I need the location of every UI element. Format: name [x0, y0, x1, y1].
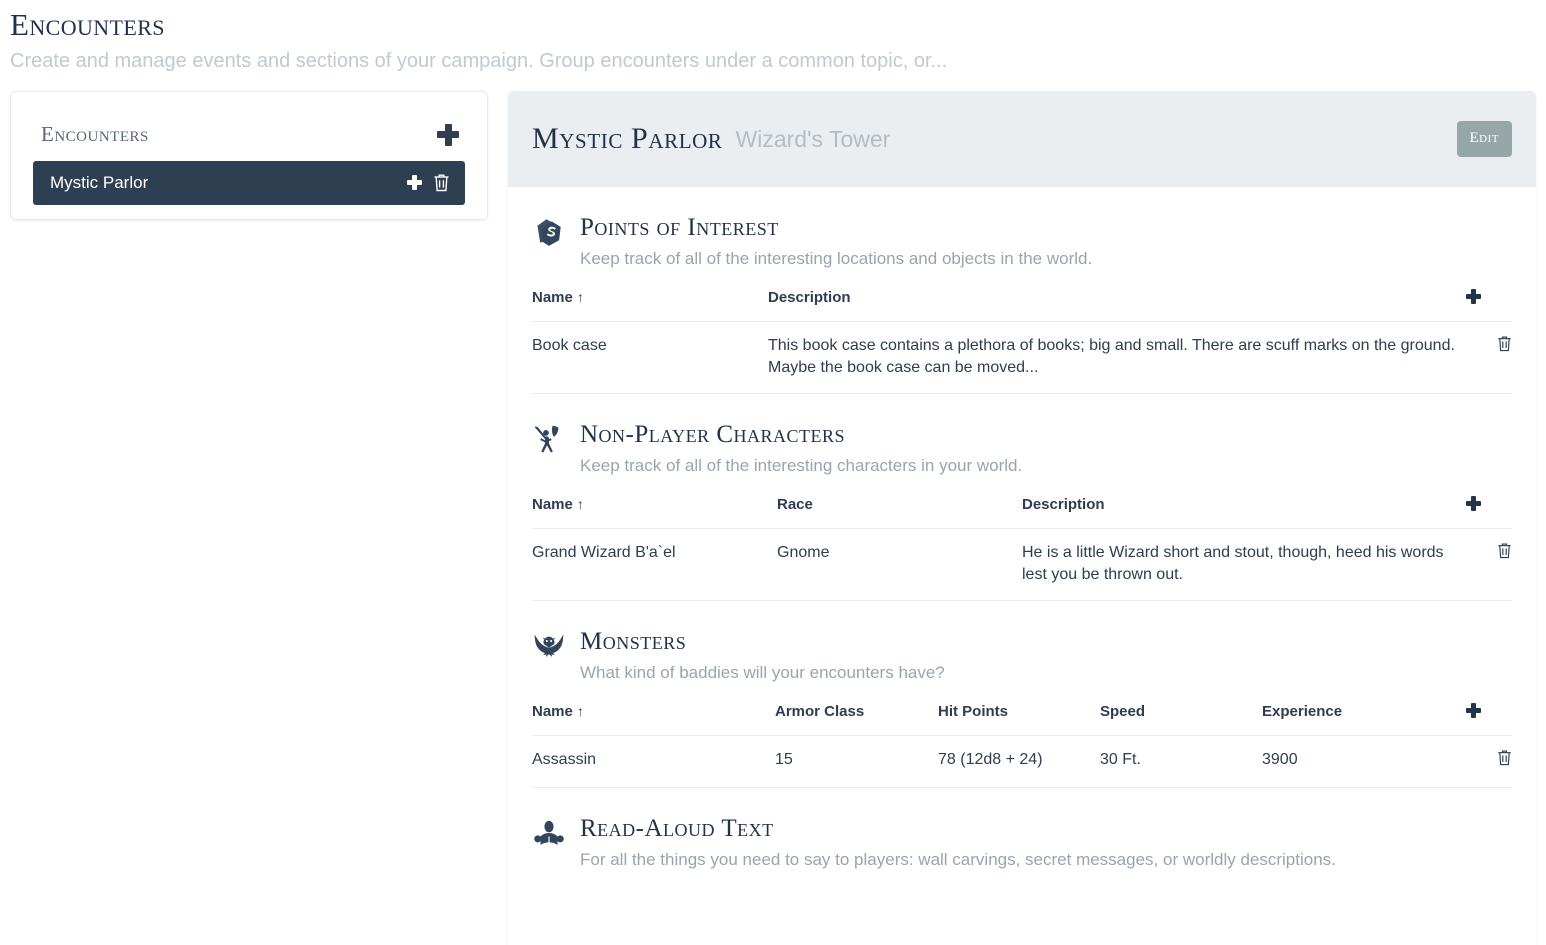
- column-header-experience[interactable]: Experience: [1262, 703, 1466, 736]
- cell-actions: [1466, 528, 1512, 601]
- cell-experience: 3900: [1262, 735, 1466, 788]
- column-label: Description: [1022, 496, 1105, 513]
- column-header-hit-points[interactable]: Hit Points: [938, 703, 1100, 736]
- column-label: Speed: [1100, 703, 1146, 720]
- section-description: Keep track of all of the interesting cha…: [580, 456, 1023, 475]
- column-header-name[interactable]: Name ↑: [532, 289, 768, 322]
- section-description: What kind of baddies will your encounter…: [580, 663, 945, 682]
- sort-asc-icon[interactable]: ↑: [577, 497, 584, 511]
- cell-race: Gnome: [777, 528, 1022, 601]
- column-header-name[interactable]: Name ↑: [532, 703, 775, 736]
- plus-icon[interactable]: [1466, 703, 1481, 718]
- encounter-detail-panel: Mystic Parlor Wizard's Tower Edit Points…: [508, 91, 1536, 945]
- cell-armor-class: 15: [775, 735, 938, 788]
- plus-icon[interactable]: [1466, 289, 1481, 304]
- column-header-description[interactable]: Description: [768, 289, 1466, 322]
- column-header-name[interactable]: Name ↑: [532, 496, 777, 529]
- add-row-header: [1466, 289, 1512, 322]
- add-row-header: [1466, 703, 1512, 736]
- cell-name: Assassin: [532, 735, 775, 788]
- panel-body: Points of Interest Keep track of all of …: [508, 187, 1536, 871]
- page-header: Encounters Create and manage events and …: [0, 0, 1546, 74]
- table-header-row: Name ↑ Description: [532, 289, 1512, 322]
- sidebar-item-actions: [407, 173, 450, 192]
- monsters-table: Name ↑ Armor Class Hit Points Speed Exper…: [532, 703, 1512, 788]
- reader-icon: [532, 817, 566, 851]
- table-header-row: Name ↑ Armor Class Hit Points Speed Exper…: [532, 703, 1512, 736]
- cell-name: Book case: [532, 321, 768, 394]
- table-header-row: Name ↑ Race Description: [532, 496, 1512, 529]
- section-read-aloud-text: Read-Aloud Text For all the things you n…: [532, 788, 1512, 871]
- section-header: Non-Player Characters Keep track of all …: [532, 420, 1512, 477]
- cell-description: He is a little Wizard short and stout, t…: [1022, 528, 1466, 601]
- section-title: Non-Player Characters: [580, 421, 846, 448]
- column-label: Name: [532, 496, 573, 513]
- column-label: Armor Class: [775, 703, 865, 720]
- section-header: Points of Interest Keep track of all of …: [532, 213, 1512, 270]
- panel-header: Mystic Parlor Wizard's Tower Edit: [508, 91, 1536, 187]
- section-description: Keep track of all of the interesting loc…: [580, 249, 1093, 268]
- cell-speed: 30 Ft.: [1100, 735, 1262, 788]
- edit-button[interactable]: Edit: [1456, 121, 1512, 157]
- cell-name: Grand Wizard B'a`el: [532, 528, 777, 601]
- section-title: Read-Aloud Text: [580, 815, 774, 842]
- section-points-of-interest: Points of Interest Keep track of all of …: [532, 187, 1512, 394]
- card-stack-icon: [532, 216, 566, 250]
- sidebar-header: Encounters: [11, 102, 487, 161]
- section-heading-wrap: Non-Player Characters Keep track of all …: [580, 420, 1512, 477]
- sort-asc-icon[interactable]: ↑: [577, 290, 584, 304]
- dragon-icon: [532, 630, 566, 664]
- section-description: For all the things you need to say to pl…: [580, 850, 1336, 869]
- cell-actions: [1466, 321, 1512, 394]
- column-header-armor-class[interactable]: Armor Class: [775, 703, 938, 736]
- column-label: Description: [768, 289, 851, 306]
- section-title: Monsters: [580, 628, 687, 655]
- trash-icon[interactable]: [1497, 542, 1512, 559]
- column-label: Name: [532, 703, 573, 720]
- column-label: Name: [532, 289, 573, 306]
- column-header-race[interactable]: Race: [777, 496, 1022, 529]
- section-monsters: Monsters What kind of baddies will your …: [532, 601, 1512, 788]
- sidebar-item-label: Mystic Parlor: [50, 173, 149, 192]
- encounters-sidebar: Encounters Mystic Parlor: [10, 91, 488, 220]
- column-label: Race: [777, 496, 813, 513]
- page-subtitle: Create and manage events and sections of…: [10, 50, 948, 72]
- table-row: Book case This book case contains a plet…: [532, 321, 1512, 394]
- table-row: Grand Wizard B'a`el Gnome He is a little…: [532, 528, 1512, 601]
- plus-icon[interactable]: [437, 123, 459, 146]
- add-row-header: [1466, 496, 1512, 529]
- section-non-player-characters: Non-Player Characters Keep track of all …: [532, 394, 1512, 601]
- section-title: Points of Interest: [580, 214, 779, 241]
- table-row: Assassin 15 78 (12d8 + 24) 30 Ft. 3900: [532, 735, 1512, 788]
- plus-icon[interactable]: [1466, 496, 1481, 511]
- npc-table: Name ↑ Race Description Grand Wizard B'a`…: [532, 496, 1512, 601]
- plus-icon[interactable]: [407, 175, 422, 190]
- main-layout: Encounters Mystic Parlor Mystic Parlor W…: [0, 91, 1546, 945]
- section-heading-wrap: Points of Interest Keep track of all of …: [580, 213, 1512, 270]
- trash-icon[interactable]: [1497, 335, 1512, 352]
- panel-subtitle: Wizard's Tower: [735, 126, 891, 152]
- column-label: Hit Points: [938, 703, 1008, 720]
- trash-icon[interactable]: [1497, 749, 1512, 766]
- trash-icon[interactable]: [433, 173, 450, 192]
- cell-hit-points: 78 (12d8 + 24): [938, 735, 1100, 788]
- sidebar-item-mystic-parlor[interactable]: Mystic Parlor: [33, 161, 465, 205]
- column-label: Experience: [1262, 703, 1343, 720]
- section-header: Read-Aloud Text For all the things you n…: [532, 814, 1512, 871]
- page-title: Encounters: [10, 7, 165, 42]
- section-heading-wrap: Read-Aloud Text For all the things you n…: [580, 814, 1512, 871]
- sidebar-header-title: Encounters: [41, 122, 149, 146]
- cell-actions: [1466, 735, 1512, 788]
- section-header: Monsters What kind of baddies will your …: [532, 627, 1512, 684]
- sidebar-list: Mystic Parlor: [33, 161, 465, 205]
- section-heading-wrap: Monsters What kind of baddies will your …: [580, 627, 1512, 684]
- warrior-icon: [532, 423, 566, 457]
- panel-title: Mystic Parlor: [532, 122, 723, 155]
- column-header-description[interactable]: Description: [1022, 496, 1466, 529]
- column-header-speed[interactable]: Speed: [1100, 703, 1262, 736]
- sort-asc-icon[interactable]: ↑: [577, 704, 584, 718]
- points-of-interest-table: Name ↑ Description Book case This book ca…: [532, 289, 1512, 394]
- cell-description: This book case contains a plethora of bo…: [768, 321, 1466, 394]
